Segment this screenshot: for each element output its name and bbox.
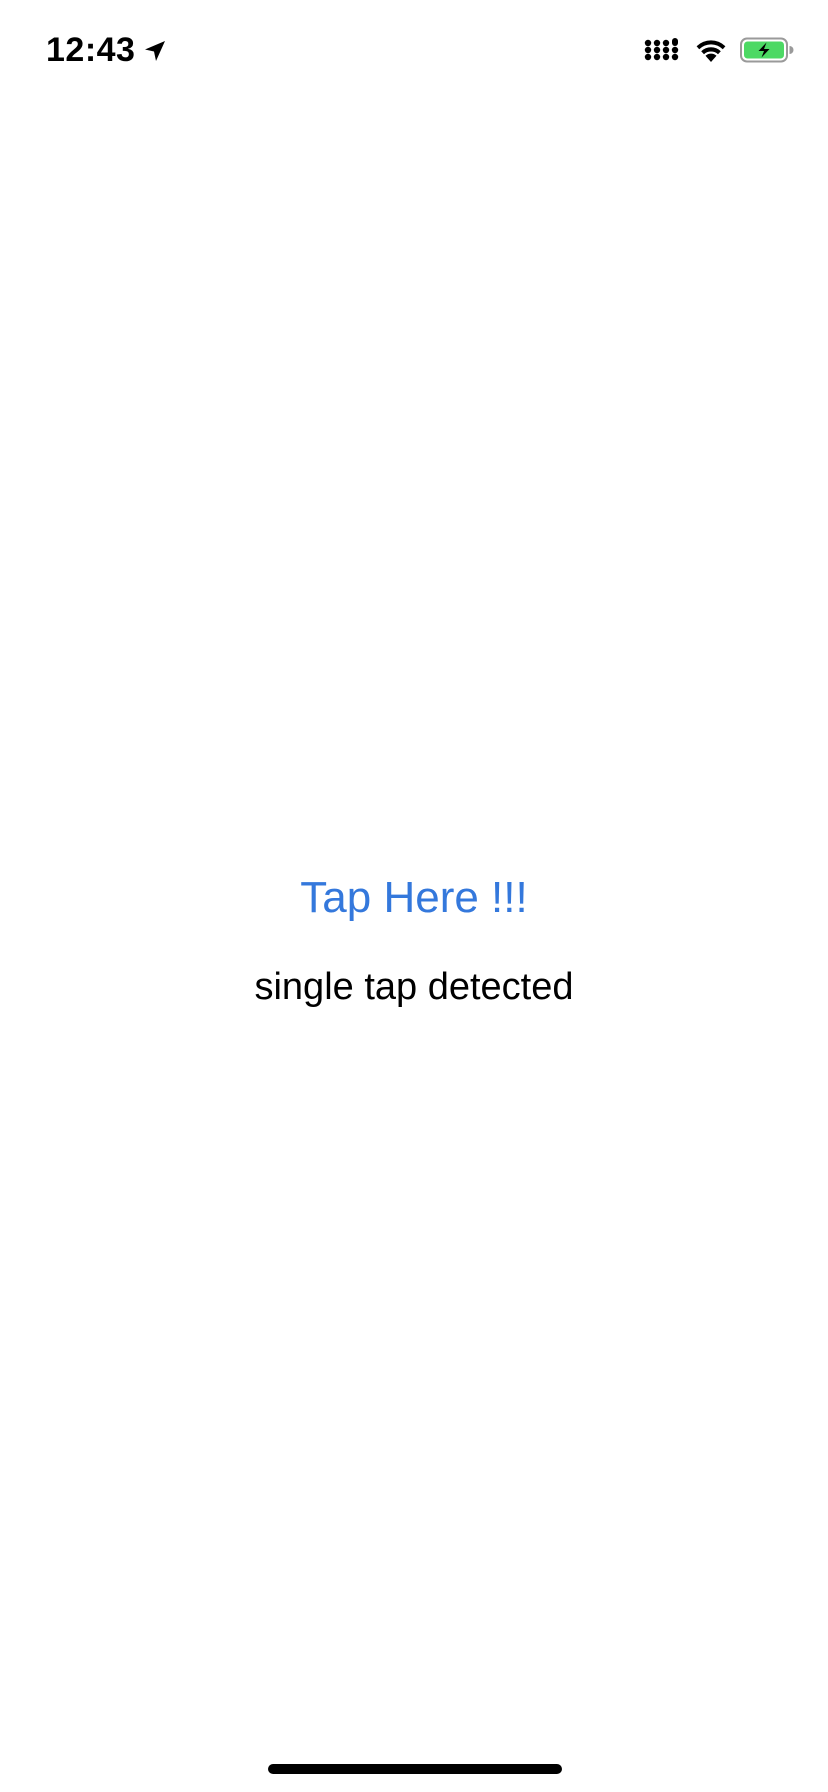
app-screen: 12:43 Tap Here !!! single tap detected: [0, 0, 828, 1792]
tap-here-button[interactable]: Tap Here !!!: [0, 868, 828, 928]
status-time-group: 12:43: [46, 30, 167, 70]
location-arrow-icon: [145, 41, 166, 61]
battery-charging-icon: [740, 37, 794, 63]
cellular-signal-icon: [644, 38, 679, 61]
status-bar: 12:43: [0, 0, 828, 100]
status-time: 12:43: [46, 31, 136, 69]
tap-status-label: single tap detected: [254, 966, 574, 1008]
wifi-icon: [696, 40, 726, 62]
home-indicator[interactable]: [268, 1764, 562, 1774]
status-indicators: [644, 34, 794, 66]
